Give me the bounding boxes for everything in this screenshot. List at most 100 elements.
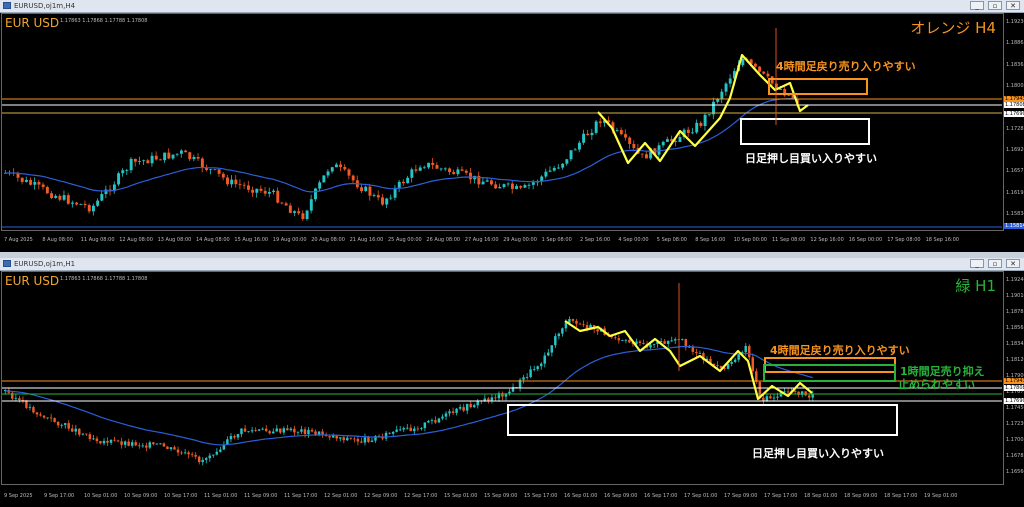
time-tick-label: 15 Sep 17:00 (524, 493, 558, 499)
candle-body (381, 197, 384, 205)
candle-body (397, 181, 401, 188)
candle-body (159, 443, 162, 445)
price-tick-label: 1.18365 (1006, 61, 1024, 68)
chart-window-icon (3, 2, 11, 9)
candle-body (494, 184, 498, 189)
candle-body (134, 442, 137, 446)
candle-body (129, 158, 133, 171)
candle-body (462, 407, 465, 411)
candle-body (724, 83, 728, 92)
price-chart-h1[interactable]: EUR USD 1.17863 1.17868 1.17788 1.17808 … (0, 271, 1024, 507)
candle-body (441, 416, 444, 419)
candle-body (670, 340, 673, 342)
candle-body (255, 188, 259, 193)
candle-body (585, 325, 589, 329)
candle-body (286, 428, 289, 431)
minimize-button[interactable]: _ (970, 259, 984, 268)
candle-body (481, 181, 485, 185)
candle-body (420, 428, 423, 429)
candle-body (525, 377, 529, 378)
candle-body (532, 369, 536, 370)
candle-body (180, 452, 183, 454)
candle-body (698, 353, 702, 354)
candle-body (41, 184, 45, 188)
candle-body (586, 133, 590, 136)
time-tick-label: 2 Sep 16:00 (580, 237, 611, 243)
candle-body (565, 159, 569, 164)
candle-body (236, 434, 240, 438)
time-tick-label: 11 Sep 08:00 (772, 237, 806, 243)
candle-body (360, 441, 363, 443)
price-chart-h4[interactable]: EUR USD 1.17863 1.17868 1.17788 1.17808 … (0, 13, 1024, 252)
candle-body (543, 355, 546, 364)
candle-body (615, 129, 619, 131)
candle-body (393, 187, 397, 198)
minimize-button[interactable]: _ (970, 1, 984, 10)
candle-body (435, 165, 439, 169)
candle-body (187, 452, 190, 455)
candle-body (490, 397, 494, 401)
candle-body (200, 158, 204, 168)
candle-body (208, 455, 211, 459)
candle-body (451, 411, 455, 413)
price-tick-label: 1.15834 (1006, 211, 1024, 217)
candle-body (402, 181, 405, 184)
candle-body (288, 205, 292, 213)
price-level-box: 1.17690 (1004, 111, 1024, 117)
candle-body (343, 166, 347, 170)
candle-body (469, 172, 472, 180)
candle-body (695, 122, 699, 133)
chart-canvas[interactable] (0, 271, 1024, 507)
candle-body (744, 345, 747, 353)
candle-body (271, 431, 275, 434)
candle-body (464, 170, 468, 173)
candle-body (550, 345, 554, 353)
candle-body (571, 319, 575, 321)
candle-body (716, 365, 719, 367)
price-tick-label: 1.16575 (1006, 168, 1024, 175)
candle-body (92, 438, 95, 440)
candle-body (74, 428, 77, 432)
candle-body (691, 132, 695, 134)
candle-body (263, 190, 267, 194)
candle-body (53, 418, 56, 422)
candle-body (196, 156, 200, 159)
candle-body (554, 336, 557, 346)
time-tick-label: 10 Sep 00:00 (733, 237, 767, 243)
time-tick-label: 10 Sep 09:00 (124, 493, 158, 499)
time-tick-label: 8 Sep 16:00 (695, 237, 726, 243)
restore-button[interactable]: ▫ (988, 259, 1002, 268)
candle-body (434, 420, 437, 423)
candle-body (751, 357, 754, 372)
candle-body (758, 66, 762, 72)
candle-body (289, 428, 293, 431)
close-button[interactable]: ✕ (1006, 259, 1020, 268)
window-titlebar[interactable]: EURUSD,oj1m,H4 _ ▫ ✕ (0, 0, 1024, 13)
candle-body (370, 440, 374, 442)
candle-body (522, 377, 525, 380)
restore-button[interactable]: ▫ (988, 1, 1002, 10)
candle-body (728, 78, 732, 84)
candle-body (577, 142, 581, 150)
time-tick-label: 15 Sep 01:00 (444, 493, 478, 499)
candle-body (515, 186, 519, 189)
candle-body (282, 428, 286, 433)
candle-body (116, 440, 120, 442)
candle-body (197, 456, 201, 463)
candle-body (385, 198, 389, 205)
chart-canvas[interactable] (0, 13, 1024, 252)
time-tick-label: 12 Aug 08:00 (119, 237, 153, 243)
candle-body (254, 430, 257, 431)
candle-body (649, 344, 652, 348)
time-tick-label: 17 Sep 01:00 (684, 493, 718, 499)
time-tick-label: 12 Sep 01:00 (324, 493, 358, 499)
candle-body (127, 441, 130, 446)
candle-body (548, 170, 552, 172)
time-tick-label: 7 Aug 2025 (4, 237, 33, 243)
candle-body (353, 438, 356, 440)
candle-body (60, 424, 63, 426)
close-button[interactable]: ✕ (1006, 1, 1020, 10)
candle-body (678, 137, 682, 143)
window-titlebar[interactable]: EURUSD,oj1m,H1 _ ▫ ✕ (0, 258, 1024, 271)
price-level-box: 1.15814 (1004, 223, 1024, 229)
